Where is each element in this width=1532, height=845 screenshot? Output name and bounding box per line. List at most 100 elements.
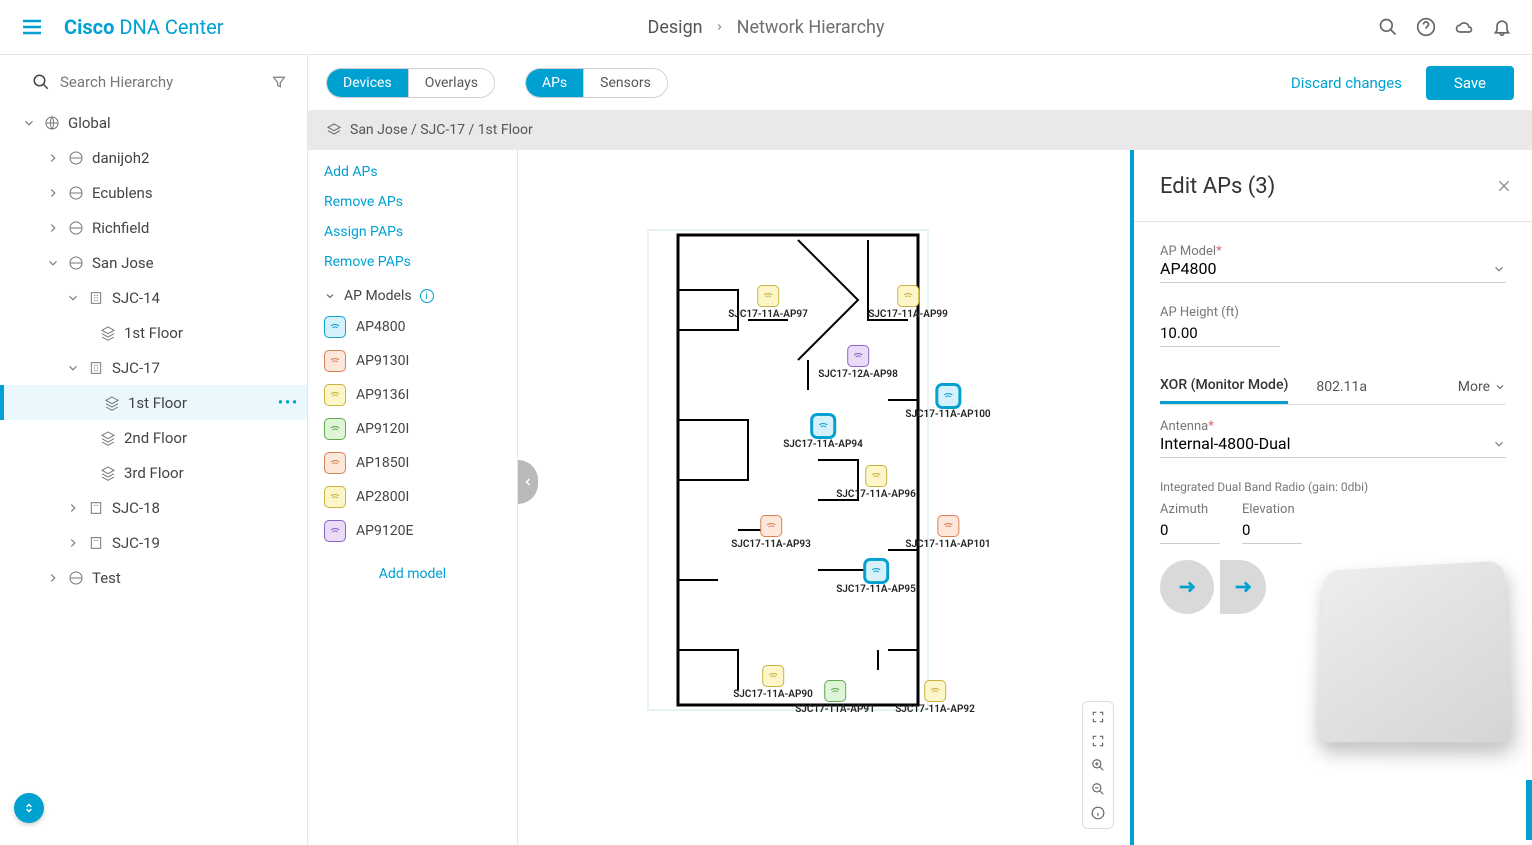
ap-node[interactable]: SJC17-11A-AP91	[795, 680, 875, 715]
tree-site-ecublens[interactable]: Ecublens	[0, 175, 307, 210]
chevron-right-icon	[46, 221, 60, 235]
seg-sensors[interactable]: Sensors	[583, 69, 667, 97]
ap-node-icon	[897, 285, 919, 307]
cloud-icon[interactable]	[1454, 17, 1474, 37]
floor-icon	[104, 395, 120, 411]
tree-site-richfield[interactable]: Richfield	[0, 210, 307, 245]
seg-aps[interactable]: APs	[526, 69, 583, 97]
tree-building-sjc17[interactable]: SJC-17	[0, 350, 307, 385]
tree-global[interactable]: Global	[0, 105, 307, 140]
search-input[interactable]	[60, 73, 261, 91]
bell-icon[interactable]	[1492, 17, 1512, 37]
edit-aps-panel: Edit APs (3) AP Model* AP4800 AP Height …	[1130, 150, 1532, 845]
map-zoom-in[interactable]	[1087, 754, 1109, 776]
azimuth-dial[interactable]	[1160, 560, 1214, 614]
floor-icon	[100, 325, 116, 341]
fab-button[interactable]	[14, 793, 44, 823]
ap-model-name: AP9120I	[356, 421, 409, 437]
elevation-input[interactable]	[1242, 517, 1302, 544]
save-button[interactable]: Save	[1426, 66, 1514, 100]
ap-action-remove[interactable]: Remove APs	[324, 194, 501, 210]
ap-node[interactable]: SJC17-11A-AP99	[868, 285, 948, 320]
ap-model-select[interactable]: AP4800	[1160, 259, 1506, 283]
ap-node-icon	[847, 345, 869, 367]
ap-models-head[interactable]: AP Models i	[324, 288, 501, 304]
tree-site-sanjose[interactable]: San Jose	[0, 245, 307, 280]
ap-model-row[interactable]: AP9130I	[324, 350, 501, 372]
floor-map[interactable]: SJC17-11A-AP97 SJC17-11A-AP99 SJC17-12A-AP…	[518, 150, 1130, 845]
tab-80211a[interactable]: 802.11a	[1316, 371, 1367, 403]
ap-action-assign-paps[interactable]: Assign PAPs	[324, 224, 501, 240]
chevron-down-icon	[1492, 437, 1506, 451]
tree-floor-sjc14-1[interactable]: 1st Floor	[0, 315, 307, 350]
tree-site-test[interactable]: Test	[0, 560, 307, 595]
elevation-dial[interactable]	[1220, 560, 1266, 614]
tree-building-sjc14[interactable]: SJC-14	[0, 280, 307, 315]
ap-model-chip-icon	[324, 452, 346, 474]
discard-link[interactable]: Discard changes	[1291, 74, 1402, 92]
ap-node[interactable]: SJC17-11A-AP92	[895, 680, 975, 715]
tab-more[interactable]: More	[1458, 371, 1506, 403]
ap-model-row[interactable]: AP2800I	[324, 486, 501, 508]
map-info[interactable]	[1087, 802, 1109, 824]
ap-node[interactable]: SJC17-11A-AP101	[905, 515, 990, 550]
layers-icon	[326, 122, 342, 138]
map-fullscreen[interactable]	[1087, 706, 1109, 728]
azimuth-input[interactable]	[1160, 517, 1220, 544]
add-model-link[interactable]: Add model	[324, 566, 501, 582]
site-icon	[68, 220, 84, 236]
hierarchy-sidebar: Global danijoh2 Ecublens Richfield San J…	[0, 55, 308, 845]
ap-height-input[interactable]	[1160, 320, 1280, 347]
tree-floor-sjc17-3[interactable]: 3rd Floor	[0, 455, 307, 490]
ap-node[interactable]: SJC17-11A-AP100	[905, 385, 990, 420]
tree-row-more-icon[interactable]: •••	[278, 395, 299, 411]
ap-node-icon	[762, 665, 784, 687]
info-icon[interactable]: i	[420, 289, 434, 303]
hamburger-icon[interactable]	[20, 15, 44, 39]
close-icon[interactable]	[1496, 178, 1512, 198]
side-tab-handle[interactable]	[1526, 780, 1532, 840]
ap-model-row[interactable]: AP9120I	[324, 418, 501, 440]
help-icon[interactable]	[1416, 17, 1436, 37]
ap-node[interactable]: SJC17-11A-AP96	[836, 465, 916, 500]
map-fit[interactable]	[1087, 730, 1109, 752]
breadcrumb-design[interactable]: Design	[648, 17, 703, 38]
ap-node-label: SJC17-11A-AP96	[836, 489, 916, 500]
ap-device-image	[1316, 561, 1514, 743]
ap-action-remove-paps[interactable]: Remove PAPs	[324, 254, 501, 270]
tree-floor-sjc17-2[interactable]: 2nd Floor	[0, 420, 307, 455]
map-zoom-out[interactable]	[1087, 778, 1109, 800]
tab-xor[interactable]: XOR (Monitor Mode)	[1160, 369, 1288, 404]
ap-node[interactable]: SJC17-12A-AP98	[818, 345, 898, 380]
ap-height-label: AP Height (ft)	[1160, 305, 1280, 320]
filter-icon[interactable]	[271, 74, 287, 90]
seg-devices[interactable]: Devices	[327, 69, 408, 97]
ap-model-row[interactable]: AP9120E	[324, 520, 501, 542]
tree-building-sjc19[interactable]: SJC-19	[0, 525, 307, 560]
site-icon	[68, 255, 84, 271]
ap-model-row[interactable]: AP9136I	[324, 384, 501, 406]
map-controls	[1082, 701, 1114, 829]
hierarchy-tree: Global danijoh2 Ecublens Richfield San J…	[0, 105, 307, 595]
ap-model-row[interactable]: AP1850I	[324, 452, 501, 474]
ap-model-row[interactable]: AP4800	[324, 316, 501, 338]
chevron-down-icon	[22, 116, 36, 130]
collapse-handle[interactable]	[518, 460, 538, 504]
tree-building-sjc18[interactable]: SJC-18	[0, 490, 307, 525]
ap-model-chip-icon	[324, 418, 346, 440]
radio-note: Integrated Dual Band Radio (gain: 0dbi)	[1160, 480, 1506, 494]
antenna-select[interactable]: Internal-4800-Dual	[1160, 434, 1506, 458]
ap-node-label: SJC17-11A-AP101	[905, 539, 990, 550]
tree-site-danijoh2[interactable]: danijoh2	[0, 140, 307, 175]
ap-node[interactable]: SJC17-11A-AP93	[731, 515, 811, 550]
building-icon	[88, 535, 104, 551]
site-icon	[68, 570, 84, 586]
ap-model-chip-icon	[324, 520, 346, 542]
seg-overlays[interactable]: Overlays	[408, 69, 494, 97]
ap-node[interactable]: SJC17-11A-AP97	[728, 285, 808, 320]
search-icon[interactable]	[1378, 17, 1398, 37]
ap-node[interactable]: SJC17-11A-AP94	[783, 415, 863, 450]
ap-node[interactable]: SJC17-11A-AP95	[836, 560, 916, 595]
ap-action-add[interactable]: Add APs	[324, 164, 501, 180]
tree-floor-sjc17-1[interactable]: 1st Floor•••	[0, 385, 307, 420]
